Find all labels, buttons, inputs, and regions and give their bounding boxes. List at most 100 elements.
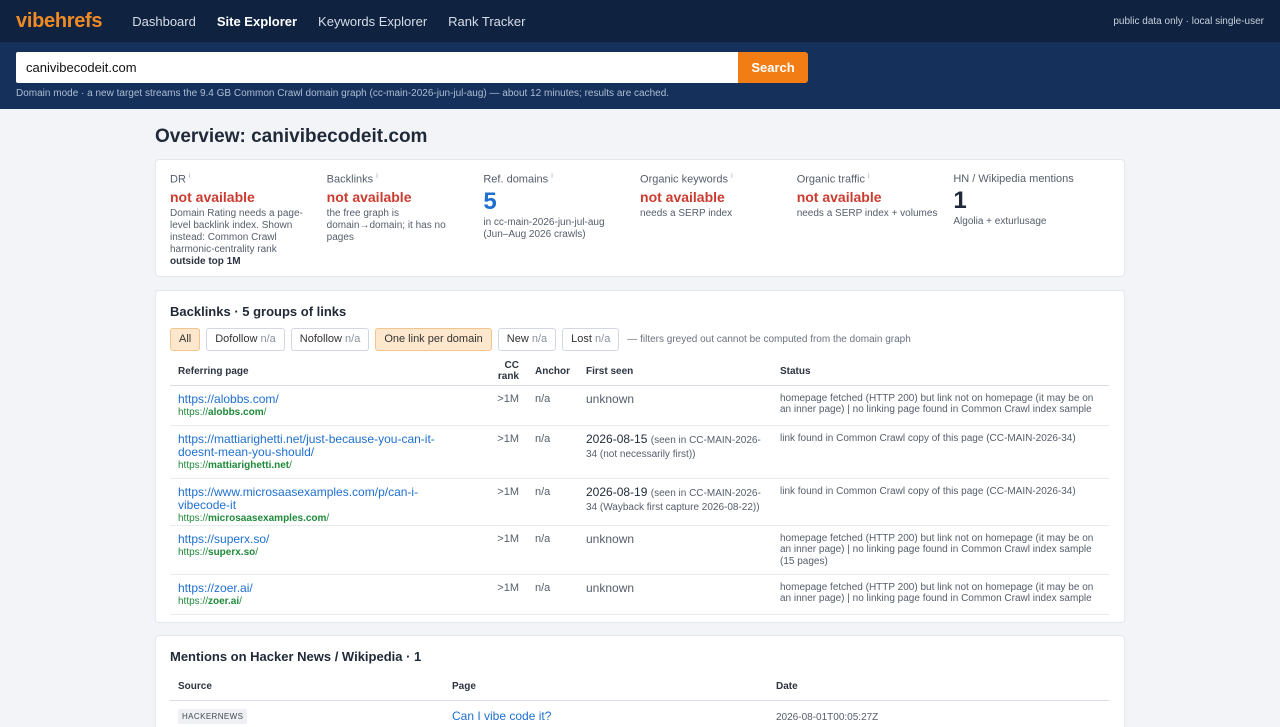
search-button[interactable]: Search (738, 52, 808, 83)
metric-value: not available (170, 188, 255, 205)
nav-site-explorer[interactable]: Site Explorer (217, 14, 297, 29)
metric-sub: needs a SERP index (640, 207, 733, 219)
metric-ref-domains: Ref. domains i 5 in cc-main-2026-jun-jul… (483, 173, 640, 264)
backlinks-table: Referring page CC rank Anchor First seen… (170, 358, 1109, 615)
filter-all[interactable]: All (170, 328, 201, 351)
search-hint: Domain mode · a new target streams the 9… (16, 88, 670, 99)
nav-rank-tracker[interactable]: Rank Tracker (448, 14, 525, 29)
referring-page-link[interactable]: https://www.microsaasexamples.com/p/can-… (178, 485, 465, 512)
filter-lost[interactable]: Lost n/a (562, 328, 620, 351)
metric-value: 1 (953, 187, 967, 214)
source-badge: HACKERNEWS (178, 708, 248, 724)
metric-organic-traffic: Organic traffic i not available needs a … (797, 173, 954, 264)
cc-rank: >1M (473, 385, 527, 426)
metric-sub: Algolia + exturlusage (953, 216, 1047, 227)
cc-rank: >1M (473, 478, 527, 526)
referring-domain[interactable]: https://superx.so/ (178, 546, 465, 559)
nav-mode-note: public data only · local single-user (1113, 15, 1264, 27)
cc-rank: >1M (473, 425, 527, 479)
cc-rank: >1M (473, 574, 527, 615)
referring-page-link[interactable]: https://alobbs.com/ (178, 392, 465, 406)
backlink-filters: All Dofollow n/a Nofollow n/a One link p… (170, 328, 1110, 351)
backlinks-section: Backlinks · 5 groups of links All Dofoll… (155, 290, 1125, 623)
referring-domain[interactable]: https://mattiarighetti.net/ (178, 459, 465, 472)
anchor-text: n/a (527, 525, 578, 575)
link-status: homepage fetched (HTTP 200) but link not… (772, 574, 1109, 615)
table-row: HACKERNEWS Can I vibe code it? 2026-08-0… (170, 700, 1109, 727)
col-cc-rank[interactable]: CC rank (473, 358, 527, 386)
nav-keywords-explorer[interactable]: Keywords Explorer (318, 14, 427, 29)
col-source: Source (170, 673, 444, 701)
link-status: link found in Common Crawl copy of this … (772, 478, 1109, 526)
search-row: Search (16, 52, 1264, 83)
link-status: homepage fetched (HTTP 200) but link not… (772, 385, 1109, 426)
filter-new[interactable]: New n/a (497, 328, 557, 351)
anchor-text: n/a (527, 478, 578, 526)
first-seen: 2026-08-15 (seen in CC-MAIN-2026-34 (not… (586, 431, 761, 460)
table-row: https://alobbs.com/https://alobbs.com/ >1… (170, 385, 1109, 426)
metric-label: Organic keywords (640, 173, 729, 186)
table-row: https://www.microsaasexamples.com/p/can-… (170, 478, 1109, 526)
col-status[interactable]: Status (772, 358, 1109, 386)
metric-label: HN / Wikipedia mentions (953, 173, 1074, 185)
top-nav: vibehrefs Dashboard Site Explorer Keywor… (0, 0, 1280, 42)
info-icon[interactable]: i (376, 173, 378, 180)
metric-sub: Domain Rating needs a page-level backlin… (170, 207, 303, 267)
metric-sub: needs a SERP index + volumes (796, 207, 938, 219)
referring-page-link[interactable]: https://mattiarighetti.net/just-because-… (178, 432, 465, 459)
col-anchor[interactable]: Anchor (527, 358, 578, 386)
first-seen: unknown (586, 580, 635, 595)
link-status: link found in Common Crawl copy of this … (772, 425, 1109, 479)
info-icon[interactable]: i (868, 173, 870, 180)
mentions-table: Source Page Date HACKERNEWS Can I vibe c… (170, 673, 1109, 727)
anchor-text: n/a (527, 574, 578, 615)
referring-page-link[interactable]: https://superx.so/ (178, 532, 465, 546)
table-row: https://zoer.ai/https://zoer.ai/ >1M n/a un… (170, 574, 1109, 615)
metric-backlinks: Backlinks i not available the free graph… (327, 173, 484, 264)
col-first-seen[interactable]: First seen (578, 358, 772, 386)
metric-label: Backlinks (326, 173, 374, 186)
backlinks-title: Backlinks · 5 groups of links (170, 304, 347, 319)
col-referring-page[interactable]: Referring page (170, 358, 473, 386)
anchor-text: n/a (527, 425, 578, 479)
metric-label: DR (170, 173, 186, 186)
page-title: Overview: canivibecodeit.com (155, 126, 428, 147)
info-icon[interactable]: i (189, 173, 191, 180)
referring-domain[interactable]: https://zoer.ai/ (178, 595, 465, 608)
mention-link[interactable]: Can I vibe code it? (452, 709, 551, 723)
referring-page-link[interactable]: https://zoer.ai/ (178, 581, 465, 595)
search-input[interactable] (16, 52, 738, 83)
referring-domain[interactable]: https://alobbs.com/ (178, 406, 465, 419)
metric-mentions: HN / Wikipedia mentions 1 Algolia + extu… (953, 173, 1110, 264)
info-icon[interactable]: i (731, 173, 733, 180)
metric-label: Organic traffic (796, 173, 865, 186)
info-icon[interactable]: i (551, 173, 553, 180)
metric-organic-keywords: Organic keywords i not available needs a… (640, 173, 797, 264)
referring-domain[interactable]: https://microsaasexamples.com/ (178, 512, 465, 525)
mentions-section: Mentions on Hacker News / Wikipedia · 1 … (155, 635, 1125, 727)
metric-value: not available (796, 188, 882, 205)
metric-value: not available (640, 188, 725, 205)
first-seen: 2026-08-19 (seen in CC-MAIN-2026-34 (Way… (586, 484, 761, 513)
col-page: Page (444, 673, 768, 701)
logo[interactable]: vibehrefs (16, 10, 103, 33)
metric-sub: the free graph is domain→domain; it has … (326, 207, 446, 243)
first-seen: unknown (586, 391, 635, 406)
nav-dashboard[interactable]: Dashboard (132, 14, 196, 29)
mentions-title: Mentions on Hacker News / Wikipedia · 1 (170, 649, 422, 664)
metric-label: Ref. domains (483, 173, 549, 186)
overview-metrics: DR i not available Domain Rating needs a… (155, 159, 1125, 277)
cc-rank: >1M (473, 525, 527, 575)
table-row: https://mattiarighetti.net/just-because-… (170, 425, 1109, 479)
search-bar: Search Domain mode · a new target stream… (0, 42, 1280, 109)
metric-dr: DR i not available Domain Rating needs a… (170, 173, 327, 267)
col-date: Date (768, 673, 1109, 701)
filter-note: — filters greyed out cannot be computed … (627, 334, 911, 345)
metric-value[interactable]: 5 (483, 188, 626, 215)
filter-nofollow[interactable]: Nofollow n/a (290, 328, 370, 351)
filter-one-per-domain[interactable]: One link per domain (375, 328, 492, 351)
table-header: Referring page CC rank Anchor First seen… (170, 358, 1109, 386)
first-seen: unknown (586, 531, 635, 546)
filter-dofollow[interactable]: Dofollow n/a (206, 328, 285, 351)
metric-sub: in cc-main-2026-jun-jul-aug (Jun–Aug 202… (483, 216, 605, 240)
